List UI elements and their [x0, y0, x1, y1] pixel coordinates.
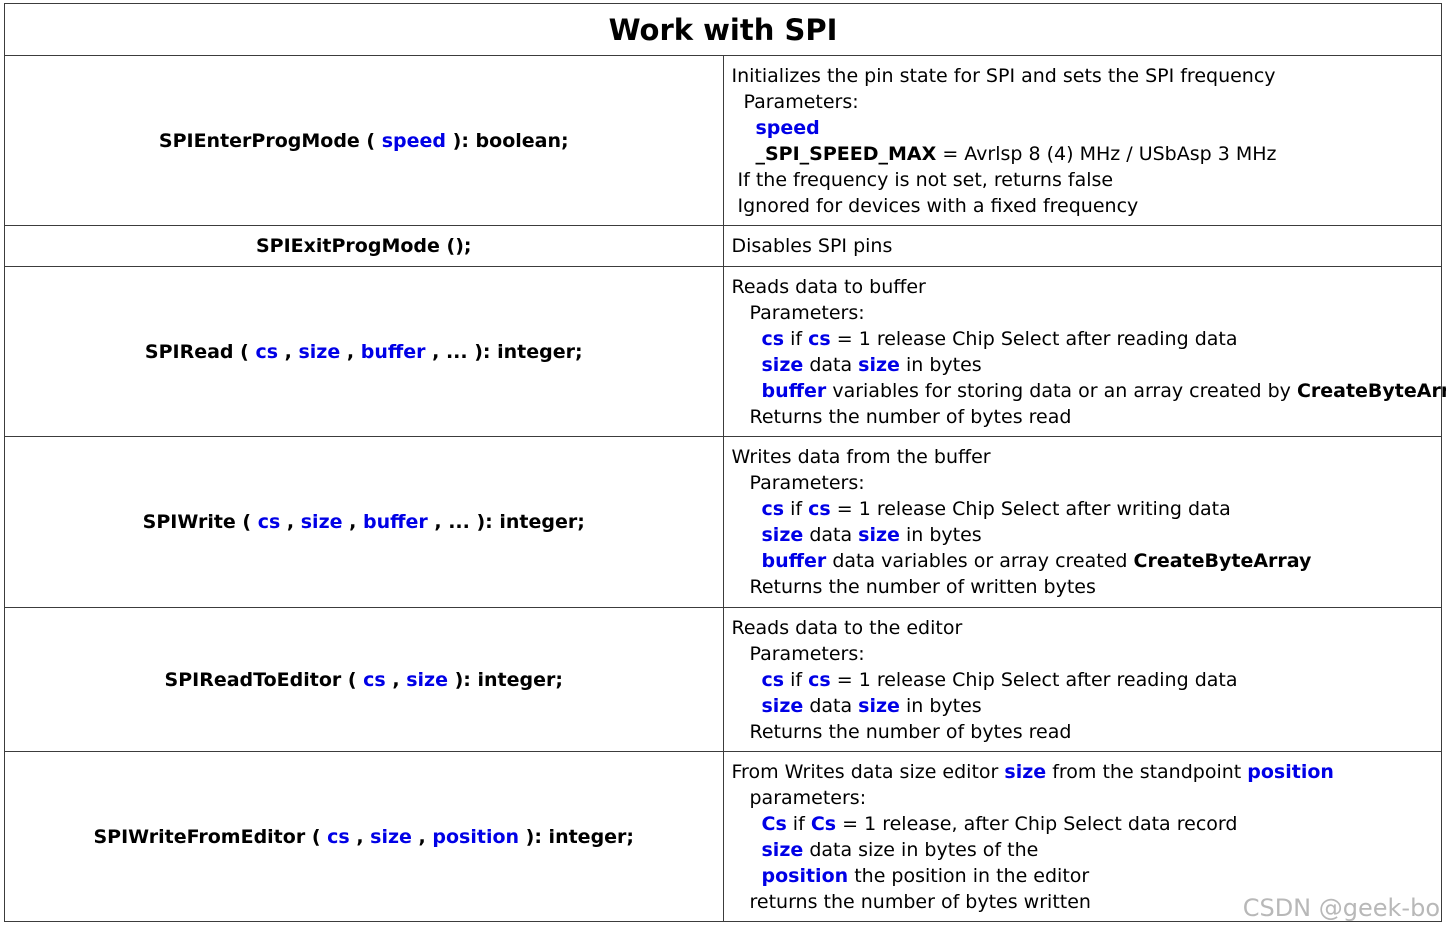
table-row: SPIWriteFromEditor ( cs , size , positio…: [4, 751, 1442, 922]
desc-line: cs if cs = 1 release Chip Select after w…: [761, 498, 1231, 520]
function-signature: SPIWriteFromEditor ( cs , size , positio…: [4, 751, 724, 922]
function-name: SPIRead: [144, 340, 234, 363]
function-signature: SPIExitProgMode ();: [4, 225, 724, 267]
table-row: SPIEnterProgMode ( speed ): boolean; Ini…: [4, 55, 1442, 226]
param-name: speed: [381, 129, 447, 152]
desc-line: cs if cs = 1 release Chip Select after r…: [761, 327, 1238, 350]
desc-line: speed: [755, 116, 820, 139]
table-row: SPIRead ( cs , size , buffer , ... ): in…: [4, 266, 1446, 437]
table-row: SPIExitProgMode (); Disables SPI pins: [4, 225, 1442, 267]
function-signature: SPIEnterProgMode ( speed ): boolean;: [4, 55, 724, 226]
table-title: Work with SPI: [4, 3, 1442, 56]
desc-line: Parameters:: [749, 642, 865, 665]
desc-line: Initializes the pin state for SPI and se…: [731, 64, 1276, 87]
desc-line: If the frequency is not set, returns fal…: [737, 168, 1114, 191]
function-description: Reads data to the editor Parameters: cs …: [722, 607, 1442, 752]
desc-line: _SPI_SPEED_MAX = Avrlsp 8 (4) MHz / USbA…: [755, 142, 1277, 165]
table-title-row: Work with SPI: [4, 3, 1442, 56]
function-name: SPIWrite: [142, 511, 236, 533]
desc-line: position the position in the editor: [761, 864, 1090, 887]
table-row: SPIReadToEditor ( cs , size ): integer; …: [4, 607, 1442, 752]
function-description: Disables SPI pins: [722, 225, 1442, 267]
desc-line: Returns the number of bytes read: [749, 405, 1072, 428]
function-name: SPIExitProgMode ();: [256, 235, 472, 257]
desc-line: size data size in bytes: [761, 524, 982, 546]
watermark: CSDN @geek-bo: [1242, 894, 1440, 922]
desc-line: Parameters:: [743, 90, 859, 113]
desc-line: Writes data from the buffer: [731, 446, 991, 468]
desc-line: size data size in bytes: [761, 353, 982, 376]
desc-line: size data size in bytes: [761, 694, 982, 717]
desc-line: Reads data to the editor: [731, 616, 963, 639]
desc-line: cs if cs = 1 release Chip Select after r…: [761, 668, 1238, 691]
spi-reference-table: Work with SPI SPIEnterProgMode ( speed )…: [4, 3, 1446, 922]
function-name: SPIReadToEditor: [164, 668, 342, 691]
table-row: SPIWrite ( cs , size , buffer , ... ): i…: [4, 436, 1442, 608]
desc-line: Parameters:: [749, 301, 865, 324]
table-bottom-rule: [4, 921, 1442, 922]
function-description: Initializes the pin state for SPI and se…: [722, 55, 1442, 226]
function-signature: SPIWrite ( cs , size , buffer , ... ): i…: [4, 436, 724, 608]
desc-line: Parameters:: [749, 472, 865, 494]
function-signature: SPIRead ( cs , size , buffer , ... ): in…: [4, 266, 724, 437]
desc-line: Returns the number of bytes read: [749, 720, 1072, 743]
desc-line: buffer data variables or array created C…: [761, 550, 1312, 572]
desc-line: parameters:: [749, 786, 867, 809]
desc-line: Disables SPI pins: [731, 235, 893, 257]
desc-line: Returns the number of written bytes: [749, 576, 1096, 598]
function-name: SPIWriteFromEditor: [93, 825, 306, 848]
function-description: Writes data from the buffer Parameters: …: [722, 436, 1442, 608]
function-name: SPIEnterProgMode: [158, 129, 360, 152]
desc-line: buffer variables for storing data or an …: [761, 379, 1446, 402]
desc-line: size data size in bytes of the: [761, 838, 1039, 861]
desc-line: Cs if Cs = 1 release, after Chip Select …: [761, 812, 1238, 835]
function-signature: SPIReadToEditor ( cs , size ): integer;: [4, 607, 724, 752]
function-description: Reads data to buffer Parameters: cs if c…: [722, 266, 1446, 437]
desc-line: Reads data to buffer: [731, 275, 926, 298]
desc-line: From Writes data size editor size from t…: [731, 760, 1334, 783]
desc-line: Ignored for devices with a fixed frequen…: [737, 194, 1139, 217]
